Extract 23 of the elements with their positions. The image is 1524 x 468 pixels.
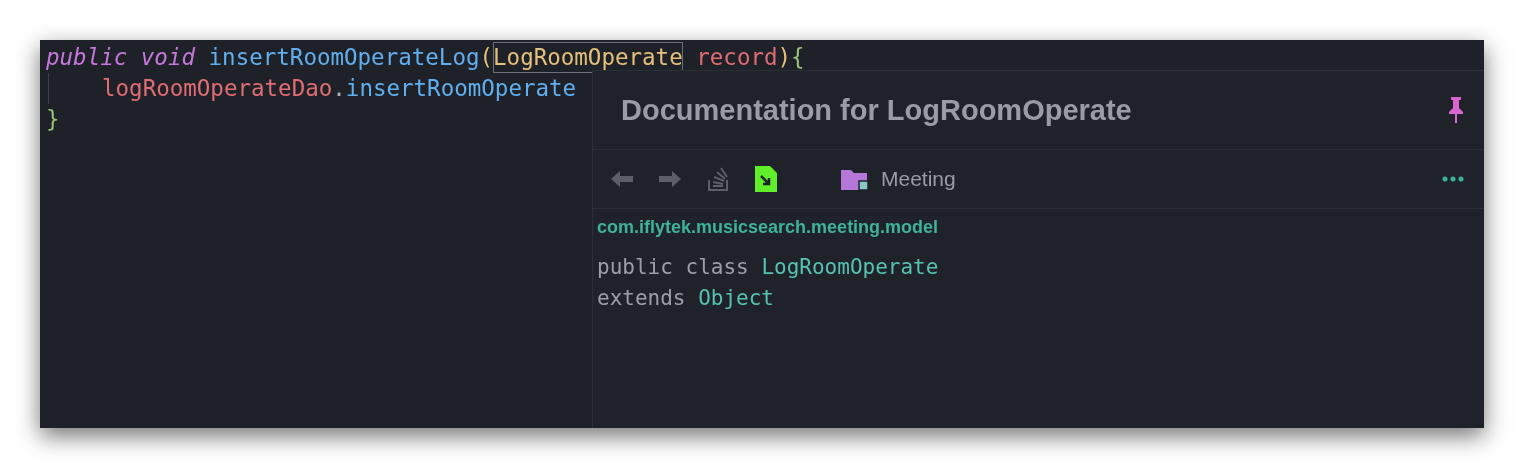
back-arrow-icon[interactable] [611,170,633,188]
code-token: LogRoomOperate [493,42,683,73]
code-token: } [46,105,60,134]
code-token: insertRoomOperateLog [208,43,480,72]
code-token: record [695,43,778,72]
pin-icon[interactable] [1448,97,1464,123]
code-token: public void [46,43,197,72]
code-token: insertRoomOperate [345,74,577,103]
code-token: logRoomOperateDao [102,74,333,103]
more-icon[interactable] [1442,176,1464,182]
popup-title: Documentation for LogRoomOperate [621,93,1132,127]
stack-icon[interactable] [707,166,729,192]
code-token: . [332,74,346,103]
file-icon[interactable] [755,166,777,192]
code-token: { [791,43,805,72]
code-token: ) [777,43,792,72]
class-signature: public class LogRoomOperate [597,254,940,281]
module-name[interactable]: Meeting [881,167,956,191]
class-signature: extends Object [597,285,775,312]
forward-arrow-icon[interactable] [659,170,681,188]
code-token: ( [479,43,494,72]
package-name: com.iflytek.musicsearch.meeting.model [597,217,940,238]
folder-icon [841,167,869,191]
